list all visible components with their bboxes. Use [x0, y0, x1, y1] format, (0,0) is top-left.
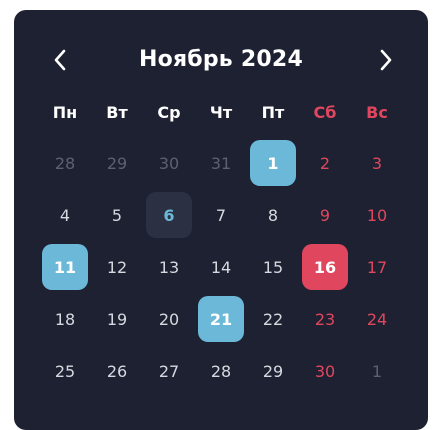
day-cell[interactable]: 18 — [39, 293, 91, 345]
calendar-header: Ноябрь 2024 — [14, 40, 428, 80]
day-cell-selected[interactable]: 11 — [39, 241, 91, 293]
day-number: 13 — [158, 257, 180, 277]
day-number: 6 — [146, 192, 192, 238]
day-cell[interactable]: 3 — [351, 137, 403, 189]
day-cell[interactable]: 15 — [247, 241, 299, 293]
day-cell[interactable]: 7 — [195, 189, 247, 241]
calendar-card: Ноябрь 2024 Пн Вт Ср Чт Пт Сб Вс 28 29 30 31 1 2 3 4 5 6… — [14, 10, 428, 430]
day-cell[interactable]: 4 — [39, 189, 91, 241]
day-number: 19 — [106, 309, 128, 329]
day-number: 15 — [262, 257, 284, 277]
day-number: 26 — [106, 361, 128, 381]
day-cell-outside-month[interactable]: 30 — [143, 137, 195, 189]
day-cell[interactable]: 28 — [195, 345, 247, 397]
day-number: 30 — [158, 153, 180, 173]
day-cell[interactable]: 26 — [91, 345, 143, 397]
day-number: 22 — [262, 309, 284, 329]
day-cell-outside-month[interactable]: 28 — [39, 137, 91, 189]
month-label: Ноябрь — [139, 47, 233, 72]
day-number: 10 — [366, 205, 388, 225]
month-title: Ноябрь 2024 — [14, 44, 428, 76]
day-cell[interactable]: 27 — [143, 345, 195, 397]
day-cell[interactable]: 9 — [299, 189, 351, 241]
day-number: 4 — [59, 205, 71, 225]
day-number: 25 — [54, 361, 76, 381]
day-number: 17 — [366, 257, 388, 277]
day-number: 20 — [158, 309, 180, 329]
day-number: 3 — [371, 153, 383, 173]
day-grid: 28 29 30 31 1 2 3 4 5 6 7 8 9 10 11 12 13 14 15 16 17 18 19 20 2… — [39, 137, 403, 397]
day-number: 1 — [371, 361, 383, 381]
weekday-label: Пт — [261, 103, 285, 122]
day-cell[interactable]: 10 — [351, 189, 403, 241]
day-cell[interactable]: 22 — [247, 293, 299, 345]
weekday-header-row: Пн Вт Ср Чт Пт Сб Вс — [39, 100, 403, 126]
day-number: 8 — [267, 205, 279, 225]
day-number: 7 — [215, 205, 227, 225]
day-cell-outside-month[interactable]: 1 — [351, 345, 403, 397]
day-number: 23 — [314, 309, 336, 329]
day-number: 2 — [319, 153, 331, 173]
weekday-label: Пн — [52, 103, 78, 122]
day-number: 16 — [302, 244, 348, 290]
day-number: 18 — [54, 309, 76, 329]
day-number: 14 — [210, 257, 232, 277]
day-number: 28 — [54, 153, 76, 173]
weekday-label: Чт — [209, 103, 233, 122]
day-number: 28 — [210, 361, 232, 381]
day-number: 21 — [198, 296, 244, 342]
day-number: 29 — [106, 153, 128, 173]
day-cell[interactable]: 13 — [143, 241, 195, 293]
day-cell[interactable]: 8 — [247, 189, 299, 241]
day-cell[interactable]: 12 — [91, 241, 143, 293]
day-cell[interactable]: 14 — [195, 241, 247, 293]
day-cell-outside-month[interactable]: 29 — [91, 137, 143, 189]
chevron-right-icon — [380, 49, 392, 71]
day-number: 30 — [314, 361, 336, 381]
weekday-label: Сб — [313, 103, 337, 122]
day-cell[interactable]: 2 — [299, 137, 351, 189]
weekday-label: Ср — [157, 103, 181, 122]
day-cell[interactable]: 19 — [91, 293, 143, 345]
day-cell[interactable]: 17 — [351, 241, 403, 293]
day-cell[interactable]: 25 — [39, 345, 91, 397]
day-number: 31 — [210, 153, 232, 173]
next-month-button[interactable] — [370, 44, 402, 76]
day-cell-selected[interactable]: 1 — [247, 137, 299, 189]
day-cell[interactable]: 5 — [91, 189, 143, 241]
day-number: 24 — [366, 309, 388, 329]
day-cell[interactable]: 30 — [299, 345, 351, 397]
year-label: 2024 — [240, 47, 303, 72]
day-number: 29 — [262, 361, 284, 381]
weekday-label: Вт — [106, 103, 128, 122]
day-cell-holiday[interactable]: 16 — [299, 241, 351, 293]
day-cell[interactable]: 23 — [299, 293, 351, 345]
weekday-label: Вс — [366, 103, 388, 122]
day-cell-today[interactable]: 6 — [143, 189, 195, 241]
day-number: 27 — [158, 361, 180, 381]
day-number: 12 — [106, 257, 128, 277]
day-cell-outside-month[interactable]: 31 — [195, 137, 247, 189]
day-cell[interactable]: 24 — [351, 293, 403, 345]
day-number: 11 — [42, 244, 88, 290]
day-cell[interactable]: 20 — [143, 293, 195, 345]
day-number: 9 — [319, 205, 331, 225]
day-number: 1 — [250, 140, 296, 186]
day-number: 5 — [111, 205, 123, 225]
day-cell[interactable]: 29 — [247, 345, 299, 397]
day-cell-selected[interactable]: 21 — [195, 293, 247, 345]
